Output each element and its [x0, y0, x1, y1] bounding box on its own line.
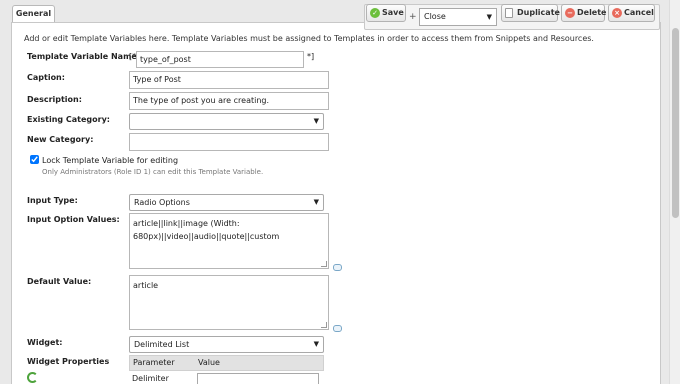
save-button[interactable]: ✓ Save	[366, 4, 406, 22]
delete-icon: −	[565, 8, 575, 18]
speech-bubble-icon[interactable]	[333, 264, 342, 271]
widget-select[interactable]: Delimited List ▼	[129, 336, 324, 353]
check-icon: ✓	[370, 8, 380, 18]
refresh-icon[interactable]	[27, 372, 38, 383]
input-options-value: article||link||image (Width: 680px)||vid…	[133, 219, 280, 241]
widget-value: Delimited List	[134, 340, 190, 349]
column-header-parameter: Parameter	[133, 358, 175, 367]
chevron-down-icon: ▼	[313, 117, 319, 125]
after-save-value: Close	[424, 12, 446, 21]
delimiter-value-input[interactable]	[197, 373, 319, 384]
table-header: Parameter Value	[129, 355, 324, 371]
input-type-label: Input Type:	[27, 196, 78, 205]
cancel-button[interactable]: × Cancel	[608, 4, 655, 22]
save-label: Save	[382, 8, 404, 17]
input-options-textarea[interactable]: article||link||image (Width: 680px)||vid…	[129, 213, 329, 269]
existing-category-select[interactable]: ▼	[129, 113, 324, 130]
widget-properties-table: Parameter Value Delimiter	[129, 355, 324, 384]
duplicate-label: Duplicate	[517, 8, 560, 17]
resize-grip-icon[interactable]	[321, 322, 327, 328]
new-category-label: New Category:	[27, 135, 94, 144]
intro-text: Add or edit Template Variables here. Tem…	[24, 34, 594, 43]
lock-checkbox[interactable]	[30, 155, 39, 164]
caption-input[interactable]: Type of Post	[129, 71, 329, 89]
caption-label: Caption:	[27, 73, 65, 82]
new-category-input[interactable]	[129, 133, 329, 151]
scrollbar-thumb[interactable]	[672, 28, 679, 218]
chevron-down-icon: ▼	[313, 340, 319, 348]
after-save-select[interactable]: Close ▼	[419, 8, 497, 26]
widget-label: Widget:	[27, 338, 63, 347]
column-header-value: Value	[198, 358, 220, 367]
scrollbar[interactable]	[669, 0, 680, 384]
chevron-down-icon: ▼	[313, 198, 319, 206]
lock-label: Lock Template Variable for editing	[42, 156, 179, 165]
input-options-label: Input Option Values:	[27, 215, 120, 224]
cancel-label: Cancel	[624, 8, 654, 17]
default-value-textarea[interactable]: article	[129, 275, 329, 330]
widget-properties-label: Widget Properties	[27, 357, 110, 366]
delete-label: Delete	[577, 8, 607, 17]
delete-button[interactable]: − Delete	[561, 4, 607, 22]
description-label: Description:	[27, 95, 82, 104]
input-type-value: Radio Options	[134, 198, 190, 207]
existing-category-label: Existing Category:	[27, 115, 111, 124]
default-value-label: Default Value:	[27, 277, 92, 286]
table-row-parameter: Delimiter	[132, 374, 169, 383]
tab-general[interactable]: General	[12, 5, 55, 23]
description-input[interactable]: The type of post you are creating.	[129, 92, 329, 110]
default-value: article	[133, 281, 159, 290]
duplicate-button[interactable]: Duplicate	[501, 4, 560, 22]
name-label: Template Variable Name:	[27, 52, 141, 61]
input-type-select[interactable]: Radio Options ▼	[129, 194, 324, 211]
name-close-bracket: *]	[307, 52, 315, 61]
speech-bubble-icon[interactable]	[333, 325, 342, 332]
resize-grip-icon[interactable]	[321, 261, 327, 267]
lock-note: Only Administrators (Role ID 1) can edit…	[42, 168, 264, 176]
plus-icon: +	[409, 12, 417, 22]
chevron-down-icon: ▼	[486, 13, 492, 21]
name-input[interactable]: type_of_post	[136, 51, 304, 68]
cancel-icon: ×	[612, 8, 622, 18]
duplicate-icon	[505, 8, 513, 18]
